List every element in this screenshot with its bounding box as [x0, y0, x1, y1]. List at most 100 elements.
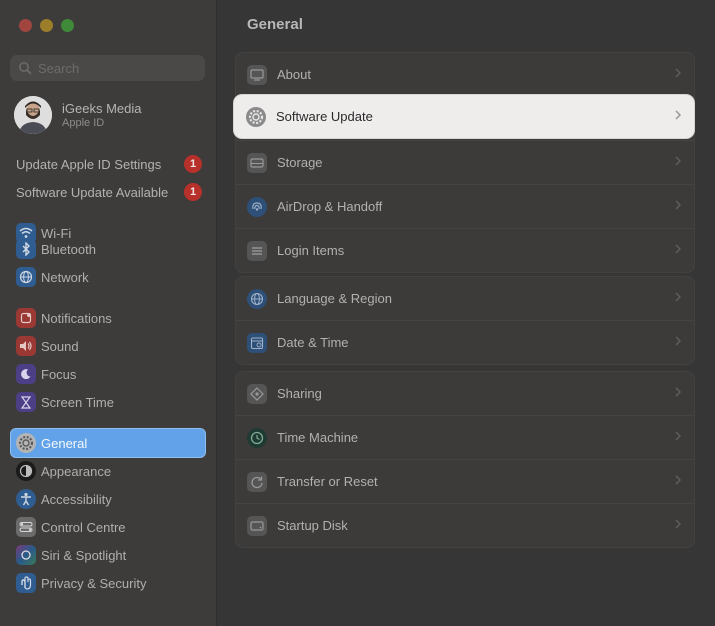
- system-settings-window: iGeeks Media Apple ID Update Apple ID Se…: [0, 0, 715, 626]
- sidebar-item-label: Screen Time: [41, 394, 114, 410]
- software-update-icon: [246, 106, 266, 127]
- row-label: Sharing: [277, 386, 322, 401]
- row-label: Time Machine: [277, 430, 359, 445]
- chevron-right-icon: [675, 519, 682, 529]
- transfer-reset-icon: [247, 471, 267, 492]
- sidebar-item-siri-spotlight[interactable]: Siri & Spotlight: [10, 541, 206, 569]
- sidebar-item-general[interactable]: General: [10, 428, 206, 458]
- settings-group-1: About Storage AirDrop & Handoff Login It…: [235, 52, 695, 273]
- settings-group-2: Language & Region Date & Time: [235, 276, 695, 365]
- sidebar-item-control-centre[interactable]: Control Centre: [10, 513, 206, 541]
- zoom-button[interactable]: [61, 19, 74, 32]
- about-icon: [247, 64, 267, 85]
- row-time-machine[interactable]: Time Machine: [236, 415, 694, 459]
- row-label: Startup Disk: [277, 518, 348, 533]
- sidebar-item-label: Siri & Spotlight: [41, 547, 127, 563]
- chevron-right-icon: [675, 156, 682, 166]
- network-icon: [16, 267, 36, 287]
- sidebar-item-notifications[interactable]: Notifications: [10, 304, 206, 332]
- sidebar-item-focus[interactable]: Focus: [10, 360, 206, 388]
- sidebar-item-label: Notifications: [41, 310, 112, 326]
- airdrop-icon: [247, 196, 267, 217]
- appearance-icon: [16, 461, 36, 481]
- row-date-time[interactable]: Date & Time: [236, 320, 694, 364]
- row-about[interactable]: About: [236, 53, 694, 96]
- login-items-icon: [247, 240, 267, 261]
- chevron-right-icon: [675, 200, 682, 210]
- sidebar-item-sound[interactable]: Sound: [10, 332, 206, 360]
- profile-name: iGeeks Media: [62, 101, 142, 116]
- alert-label: Software Update Available: [16, 184, 169, 200]
- sidebar-item-screen-time[interactable]: Screen Time: [10, 388, 206, 416]
- sound-icon: [16, 336, 36, 356]
- row-label: Language & Region: [277, 291, 392, 306]
- profile-subtitle: Apple ID: [62, 117, 105, 129]
- control-centre-icon: [16, 517, 36, 537]
- chevron-right-icon: [675, 336, 682, 346]
- sidebar-item-accessibility[interactable]: Accessibility: [10, 485, 206, 513]
- focus-icon: [16, 364, 36, 384]
- main-pane: General About Storage AirDrop & Handoff …: [217, 0, 715, 626]
- privacy-icon: [16, 573, 36, 593]
- sidebar: iGeeks Media Apple ID Update Apple ID Se…: [0, 0, 217, 626]
- notification-badge: 1: [184, 183, 202, 201]
- settings-group-3: Sharing Time Machine Transfer or Reset S…: [235, 371, 695, 548]
- row-label: AirDrop & Handoff: [277, 199, 383, 214]
- sidebar-item-label: Network: [41, 269, 89, 285]
- row-sharing[interactable]: Sharing: [236, 372, 694, 415]
- chevron-right-icon: [675, 110, 682, 120]
- row-airdrop-handoff[interactable]: AirDrop & Handoff: [236, 184, 694, 228]
- accessibility-icon: [16, 489, 36, 509]
- avatar: [14, 96, 52, 134]
- sidebar-item-bluetooth[interactable]: Bluetooth: [10, 235, 206, 263]
- chevron-right-icon: [675, 292, 682, 302]
- apple-id-profile[interactable]: iGeeks Media Apple ID: [14, 96, 141, 134]
- general-icon: [16, 433, 36, 453]
- sidebar-item-network[interactable]: Network: [10, 263, 206, 291]
- notification-badge: 1: [184, 155, 202, 173]
- sidebar-item-privacy-security[interactable]: Privacy & Security: [10, 569, 206, 597]
- chevron-right-icon: [675, 431, 682, 441]
- chevron-right-icon: [675, 475, 682, 485]
- sidebar-item-label: Sound: [41, 338, 79, 354]
- sidebar-item-label: Privacy & Security: [41, 575, 147, 591]
- row-language-region[interactable]: Language & Region: [236, 277, 694, 320]
- row-label: Transfer or Reset: [277, 474, 378, 489]
- row-label: Login Items: [277, 243, 345, 258]
- sidebar-item-label: Control Centre: [41, 519, 126, 535]
- sidebar-item-label: Appearance: [41, 463, 112, 479]
- row-label: Storage: [277, 155, 323, 170]
- search-input[interactable]: [38, 60, 188, 76]
- close-button[interactable]: [19, 19, 32, 32]
- sidebar-item-label: Accessibility: [41, 491, 112, 507]
- row-storage[interactable]: Storage: [236, 140, 694, 184]
- row-login-items[interactable]: Login Items: [236, 228, 694, 272]
- notifications-icon: [16, 308, 36, 328]
- storage-icon: [247, 152, 267, 173]
- calendar-icon: [247, 332, 267, 353]
- row-label: About: [277, 67, 311, 82]
- row-label: Date & Time: [277, 335, 349, 350]
- sidebar-item-appearance[interactable]: Appearance: [10, 457, 206, 485]
- search-icon: [19, 62, 32, 75]
- bluetooth-icon: [16, 239, 36, 259]
- startup-disk-icon: [247, 515, 267, 536]
- minimize-button[interactable]: [40, 19, 53, 32]
- chevron-right-icon: [675, 387, 682, 397]
- siri-icon: [16, 545, 36, 565]
- row-startup-disk[interactable]: Startup Disk: [236, 503, 694, 547]
- screen-time-icon: [16, 392, 36, 412]
- sidebar-item-label: General: [41, 435, 88, 451]
- chevron-right-icon: [675, 68, 682, 78]
- search-field[interactable]: [10, 55, 205, 81]
- alert-update-apple-id[interactable]: Update Apple ID Settings 1: [16, 155, 202, 173]
- row-transfer-reset[interactable]: Transfer or Reset: [236, 459, 694, 503]
- chevron-right-icon: [675, 244, 682, 254]
- time-machine-icon: [247, 427, 267, 448]
- alert-software-update[interactable]: Software Update Available 1: [16, 183, 202, 201]
- globe-icon: [247, 288, 267, 309]
- row-software-update[interactable]: Software Update: [234, 95, 694, 138]
- sharing-icon: [247, 383, 267, 404]
- sidebar-item-label: Focus: [41, 366, 77, 382]
- alert-label: Update Apple ID Settings: [16, 156, 162, 172]
